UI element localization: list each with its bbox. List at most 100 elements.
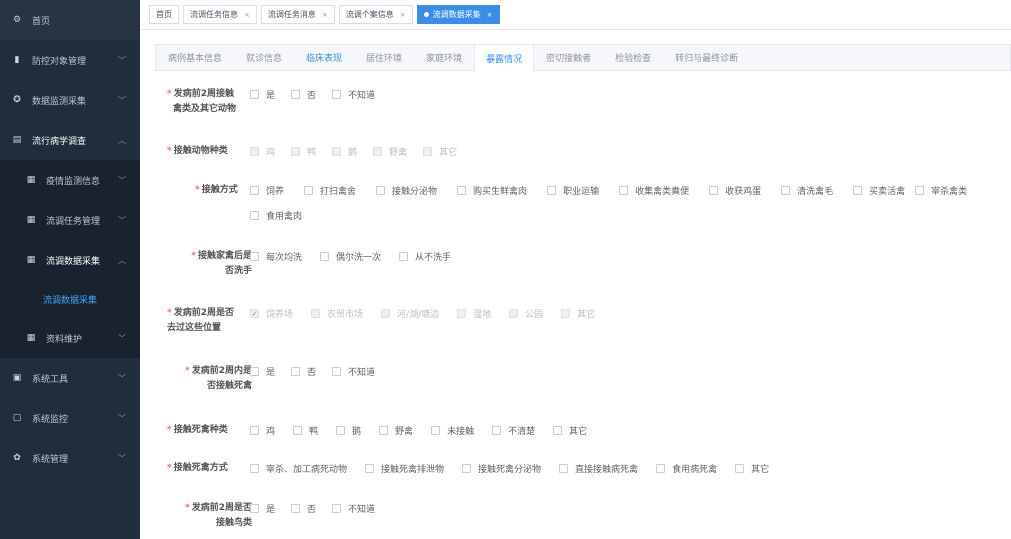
tab-clinical[interactable]: 临床表现 (294, 45, 354, 70)
checkbox-icon (293, 426, 303, 435)
sidebar-item-data-collect[interactable]: ▦ 流调数据采集 ︿ (0, 240, 140, 280)
checkbox-option[interactable]: 公园 (509, 306, 543, 321)
checkbox-option[interactable]: 收集禽类粪便 (619, 183, 689, 198)
sidebar-item-data-monitor[interactable]: ✪ 数据监测采集 ﹀ (0, 80, 140, 120)
checkbox-option[interactable]: 否 (291, 501, 316, 516)
checkbox-option[interactable]: 其它 (423, 144, 457, 159)
sidebar-item-epidemiology[interactable]: ▤ 流行病学调查 ︿ (0, 120, 140, 160)
checkbox-option[interactable]: 直接接触病死禽 (559, 461, 638, 476)
checkbox-option[interactable]: 打扫禽舍 (304, 183, 356, 198)
checkbox-option[interactable]: 湿地 (457, 306, 491, 321)
sidebar-item-tools[interactable]: ▣ 系统工具 ﹀ (0, 358, 140, 398)
checkbox-icon (332, 504, 342, 513)
checkbox-option[interactable]: 不知道 (332, 364, 375, 379)
close-icon[interactable]: × (322, 11, 328, 19)
checkbox-option[interactable]: 是 (250, 501, 275, 516)
checkbox-option[interactable]: 鸡 (250, 423, 275, 438)
tab-residence[interactable]: 居住环境 (354, 45, 414, 70)
checkbox-option[interactable]: 偶尔洗一次 (320, 249, 381, 264)
sidebar-item-monitor[interactable]: ▢ 系统监控 ﹀ (0, 398, 140, 438)
checkbox-icon (291, 504, 301, 513)
sidebar-item-task-manage[interactable]: ▦ 流调任务管理 ﹀ (0, 200, 140, 240)
close-icon[interactable]: × (487, 11, 493, 19)
field-label: * 接触死禽方式 (167, 463, 228, 473)
tag-task-msg[interactable]: 流调任务消息 × (260, 5, 335, 24)
grid-icon: ▦ (26, 333, 36, 343)
checkbox-option[interactable]: 接触分泌物 (376, 183, 437, 198)
checkbox-icon (431, 426, 441, 435)
checkbox-option[interactable]: 其它 (553, 423, 587, 438)
sidebar-item-label: 首页 (32, 16, 51, 27)
checkbox-option[interactable]: 野禽 (379, 423, 413, 438)
checkbox-option[interactable]: 其它 (735, 461, 769, 476)
checkbox-option[interactable]: 食用禽肉 (250, 208, 302, 223)
checkbox-option[interactable]: 农贸市场 (311, 306, 363, 321)
active-dot-icon (423, 12, 429, 17)
checkbox-group: ✓ 饲养场 农贸市场 河/湖/塘边 湿地 公园 其它 (250, 306, 595, 321)
checkbox-option[interactable]: 宰杀禽类 (915, 183, 967, 198)
tab-close-contacts[interactable]: 密切接触者 (534, 45, 603, 70)
checkbox-option[interactable]: 食用病死禽 (656, 461, 717, 476)
checkbox-option[interactable]: 职业运输 (547, 183, 599, 198)
checkbox-option[interactable]: 河/湖/塘边 (381, 306, 439, 321)
field-label: * 发病前2周是否 去过这些位置 (167, 308, 234, 333)
checkbox-option[interactable]: 从不洗手 (399, 249, 451, 264)
tab-lab-tests[interactable]: 检验检查 (603, 45, 663, 70)
checkbox-option[interactable]: 否 (291, 87, 316, 102)
sidebar-item-home[interactable]: ⚙ 首页 (0, 0, 140, 40)
tab-exposure[interactable]: 暴露情况 (474, 45, 535, 71)
checkbox-option[interactable]: 否 (291, 364, 316, 379)
checkbox-option[interactable]: 不知道 (332, 501, 375, 516)
checkbox-icon (462, 464, 472, 473)
tab-family[interactable]: 家庭环境 (414, 45, 474, 70)
checkbox-icon (332, 367, 342, 376)
checkbox-option[interactable]: 鸭 (291, 144, 316, 159)
checkbox-icon (915, 186, 925, 195)
field-label: * 接触死禽种类 (167, 425, 228, 435)
sidebar-item-label: 流行病学调查 (32, 136, 87, 147)
checkbox-option[interactable]: 鹅 (336, 423, 361, 438)
checkbox-option[interactable]: 清洗禽毛 (781, 183, 833, 198)
tab-basic-info[interactable]: 病例基本信息 (156, 45, 234, 70)
sidebar-item-label: 资料维护 (46, 334, 83, 345)
checkbox-option[interactable]: 其它 (561, 306, 595, 321)
sidebar-item-prevention[interactable]: ▮ 防控对象管理 ﹀ (0, 40, 140, 80)
checkbox-option[interactable]: 收获鸡蛋 (709, 183, 761, 198)
checkbox-option[interactable]: ✓ 饲养场 (250, 306, 293, 321)
checkbox-icon (399, 252, 409, 261)
tag-task-info[interactable]: 流调任务信息 × (183, 5, 257, 24)
tag-case-info[interactable]: 流调个案信息 × (338, 5, 413, 24)
checkbox-icon (291, 367, 301, 376)
checkbox-option[interactable]: 接触死禽排泄物 (365, 461, 444, 476)
checkbox-option[interactable]: 鸭 (293, 423, 318, 438)
checkbox-option[interactable]: 接触死禽分泌物 (462, 461, 541, 476)
checkbox-option[interactable]: 未接触 (431, 423, 474, 438)
checkbox-icon (559, 464, 569, 473)
checkbox-option[interactable]: 是 (250, 364, 275, 379)
sidebar-item-epidemic-info[interactable]: ▦ 疫情监测信息 ﹀ (0, 160, 140, 200)
checkbox-option[interactable]: 野禽 (373, 144, 407, 159)
sidebar-item-system[interactable]: ✿ 系统管理 ﹀ (0, 438, 140, 478)
checkbox-icon (492, 426, 502, 435)
checkbox-option[interactable]: 不清楚 (492, 423, 535, 438)
checkbox-option[interactable]: 鹅 (332, 144, 357, 159)
checkbox-option[interactable]: 每次均洗 (250, 249, 302, 264)
tab-outcome[interactable]: 转归与最终诊断 (663, 45, 750, 70)
checkbox-option[interactable]: 宰杀、加工病死动物 (250, 461, 347, 476)
checkbox-option[interactable]: 买卖活禽 (853, 183, 905, 198)
sidebar-item-materials[interactable]: ▦ 资料维护 ﹀ (0, 318, 140, 358)
tag-data-collect[interactable]: 流调数据采集 × (416, 5, 500, 24)
checkbox-icon (709, 186, 719, 195)
tab-visit-info[interactable]: 就诊信息 (234, 45, 294, 70)
close-icon[interactable]: × (400, 11, 406, 19)
checkbox-option[interactable]: 是 (250, 87, 275, 102)
tag-label: 流调任务信息 (190, 10, 238, 19)
close-icon[interactable]: × (244, 11, 250, 19)
checkbox-option[interactable]: 不知道 (332, 87, 375, 102)
sidebar-item-data-collect-leaf[interactable]: 流调数据采集 (0, 280, 140, 318)
checkbox-option[interactable]: 鸡 (250, 144, 275, 159)
checkbox-option[interactable]: 购买生鲜禽肉 (457, 183, 527, 198)
checkbox-icon (250, 186, 259, 195)
tag-home[interactable]: 首页 (149, 5, 179, 24)
checkbox-option[interactable]: 饲养 (250, 183, 284, 198)
